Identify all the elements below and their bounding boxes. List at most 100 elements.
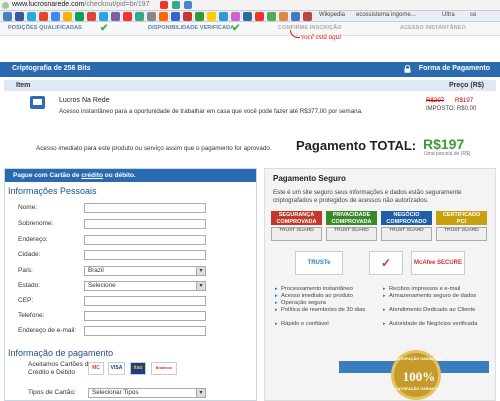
site-icon: [2, 2, 9, 9]
card-type-select[interactable]: Selecionar Tipos: [88, 388, 206, 398]
bookmark-icon[interactable]: [279, 12, 288, 21]
feature-item: Armazenamento seguro de dados: [383, 293, 489, 300]
google-icon[interactable]: [51, 12, 60, 21]
bookmark-icon[interactable]: [183, 12, 192, 21]
installments-note: Uma parcela de (R$): [424, 151, 471, 157]
feature-item: Processamento instantâneo: [275, 286, 379, 293]
items-table-header: Item Preço (R$): [4, 80, 496, 91]
bookmark-icon[interactable]: [75, 12, 84, 21]
monitor-icon: [30, 96, 45, 109]
bookmark-icon[interactable]: [243, 12, 252, 21]
security-seal[interactable]: SEGURANÇA COMPROVADA TRUST GUARD: [271, 211, 322, 241]
mastercard-icon: MC: [88, 362, 104, 375]
bookmark-icon[interactable]: [231, 12, 240, 21]
payment-info-title: Informação de pagamento: [8, 348, 114, 358]
bookmark-link[interactable]: Ultra: [442, 12, 455, 18]
truste-badge[interactable]: TRUSTe: [295, 251, 343, 275]
extension-icon[interactable]: [160, 1, 168, 9]
secure-title: Pagamento Seguro: [273, 174, 346, 183]
checkmark-icon: ✔: [100, 23, 109, 34]
bookmark-icon[interactable]: [207, 12, 216, 21]
bookmark-icon[interactable]: [195, 12, 204, 21]
guarantee-top-text: SATISFAÇÃO GARANTIDA: [394, 357, 444, 361]
twitter-icon[interactable]: [27, 12, 36, 21]
product-name: Lucros Na Rede: [59, 97, 110, 104]
extension-icon[interactable]: [172, 1, 180, 9]
bookmark-icon[interactable]: [87, 12, 96, 21]
column-item: Item: [16, 82, 31, 89]
country-select[interactable]: Brazil: [84, 266, 206, 276]
credit-link[interactable]: crédito: [81, 172, 103, 179]
state-select[interactable]: Selecione: [84, 281, 206, 291]
bookmark-icon[interactable]: [111, 12, 120, 21]
city-field[interactable]: [84, 250, 206, 260]
email-label: Endereço de e-mail:: [18, 327, 77, 334]
bookmark-icon[interactable]: [159, 12, 168, 21]
surname-field[interactable]: [84, 219, 206, 229]
phone-field[interactable]: [84, 311, 206, 321]
privacy-seal[interactable]: PRIVACIDADE COMPROVADA TRUST GUARD: [326, 211, 377, 241]
zip-field[interactable]: [84, 296, 206, 306]
address-label: Endereço:: [18, 236, 48, 243]
zip-label: CEP:: [18, 297, 34, 304]
bookmark-icon[interactable]: [171, 12, 180, 21]
guarantee-bottom-text: SATISFAÇÃO GARANTIDA: [394, 387, 444, 391]
tax: IMPOSTO: R$0.00: [426, 106, 477, 112]
feature-item: Atendimento Dedicado ao Cliente: [383, 307, 489, 314]
name-field[interactable]: [84, 203, 206, 213]
access-note: Acesso imediato para este produto ou ser…: [36, 145, 272, 152]
bookmark-icon[interactable]: [99, 12, 108, 21]
address-field[interactable]: [84, 235, 206, 245]
bookmark-icon[interactable]: [123, 12, 132, 21]
visa-icon: VISA: [108, 362, 125, 375]
total-label: Pagamento TOTAL:: [296, 138, 417, 153]
url-text[interactable]: www.lucrosnarede.com/checkout/pid=br/197: [12, 1, 150, 8]
feature-item: Autoridade de Negócios verificada: [383, 321, 489, 328]
form-header-text: Pague com Cartão de: [13, 172, 82, 179]
secure-text: Este é um site seguro seus informações e…: [273, 189, 462, 204]
bookmark-icon[interactable]: [255, 12, 264, 21]
lock-icon: [404, 65, 411, 73]
surname-label: Sobrenome:: [18, 220, 54, 227]
crypto-title: Criptografia de 256 Bits: [12, 65, 91, 72]
seal-title: SEGURANÇA COMPROVADA: [271, 211, 322, 225]
bookmark-icon[interactable]: [135, 12, 144, 21]
feature-item: Recibos impressos e e-mail: [383, 286, 489, 293]
step-instant-access: ACESSO INSTANTÂNEO: [400, 25, 466, 31]
extension-icon[interactable]: [184, 1, 192, 9]
seal-title: CERTIFICADO PCI: [436, 211, 487, 225]
bookmark-icon[interactable]: [267, 12, 276, 21]
seal-footer: TRUST GUARD: [271, 227, 322, 241]
you-are-here-arrow: [290, 30, 300, 38]
bookmark-icon[interactable]: [39, 12, 48, 21]
bookmark-icon[interactable]: [291, 12, 300, 21]
bookmark-link[interactable]: Wikipedia: [319, 12, 345, 18]
bookmark-icon[interactable]: [63, 12, 72, 21]
state-label: Estado:: [18, 282, 41, 289]
bookmark-link[interactable]: ce: [470, 12, 476, 18]
verified-badge[interactable]: ✓: [369, 251, 403, 275]
guarantee-badge: SATISFAÇÃO GARANTIDA 100% SATISFAÇÃO GAR…: [391, 350, 444, 400]
mcafee-badge[interactable]: McAfee SECURE: [411, 251, 465, 275]
pci-seal[interactable]: CERTIFICADO PCI TRUST GUARD: [436, 211, 487, 241]
column-price: Preço (R$): [449, 82, 485, 89]
bookmark-link[interactable]: ecossistema ingome...: [356, 12, 416, 18]
bookmark-icon[interactable]: [219, 12, 228, 21]
bookmark-icon[interactable]: [3, 12, 12, 21]
browser-address-bar[interactable]: www.lucrosnarede.com/checkout/pid=br/197: [0, 0, 500, 11]
business-seal[interactable]: NEGÓCIO COMPROVADO TRUST GUARD: [381, 211, 432, 241]
guarantee-percent: 100%: [402, 369, 436, 384]
bookmark-icon[interactable]: [303, 12, 312, 21]
you-are-here-label: você está aqui: [301, 33, 342, 41]
email-field[interactable]: [84, 326, 206, 336]
bradesco-icon: Bradesco: [151, 362, 177, 375]
checkout-steps: POSIÇÕES QUALIFICADAS ✔ DISPONIBILIDADE …: [0, 22, 500, 36]
feature-item: Operação segura: [275, 300, 379, 307]
seal-footer: TRUST GUARD: [436, 227, 487, 241]
table-row: Lucros Na Rede Acesso instantâneo para a…: [4, 92, 496, 132]
facebook-icon[interactable]: [15, 12, 24, 21]
new-price: R$197: [455, 97, 474, 104]
bookmark-icon[interactable]: [147, 12, 156, 21]
step-confirm-registration: CONFIRME INSCRIÇÃO: [278, 25, 342, 31]
feature-item: Acesso imediato ao produto: [275, 293, 379, 300]
